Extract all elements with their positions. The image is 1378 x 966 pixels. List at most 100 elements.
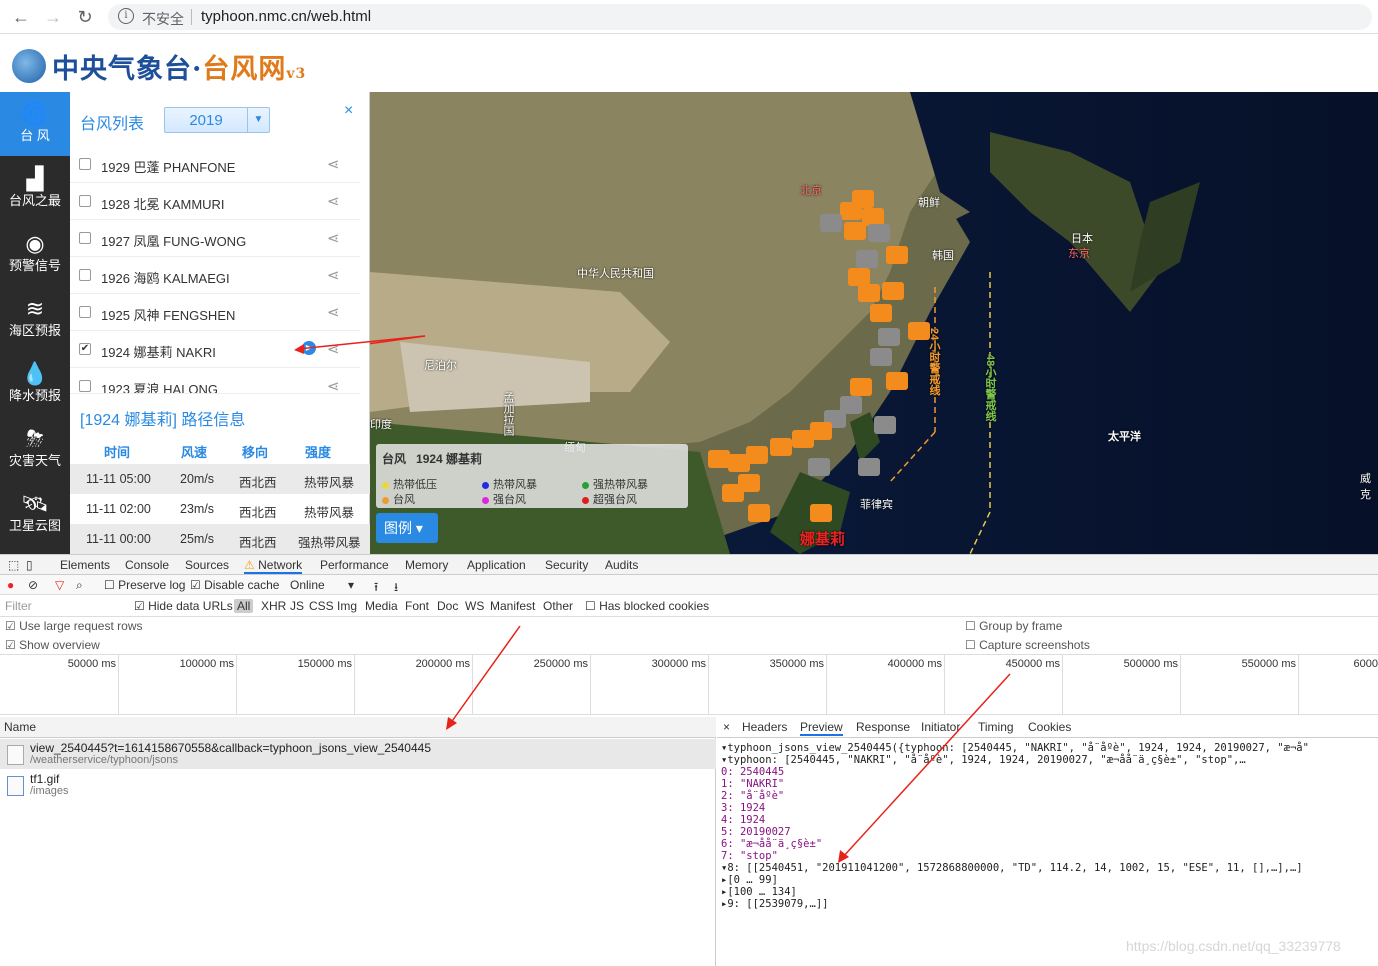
tab-audits[interactable]: Audits — [605, 558, 638, 572]
nav-warning[interactable]: ◉ 预警信号 — [0, 222, 70, 286]
network-timeline[interactable]: 50000 ms 100000 ms 150000 ms 200000 ms 2… — [0, 655, 1378, 715]
filter-img[interactable]: Img — [337, 599, 357, 613]
filter-doc[interactable]: Doc — [437, 599, 458, 613]
typhoon-label[interactable]: 1929 巴蓬 PHANFONE — [101, 157, 235, 176]
typhoon-row[interactable]: 1925 风神 FENGSHEN ⋖ — [70, 294, 360, 331]
throttle-select[interactable]: Online ▾ — [290, 578, 354, 592]
capture-screenshots-checkbox[interactable]: ☐ Capture screenshots — [965, 638, 1090, 652]
tab-application[interactable]: Application — [467, 558, 526, 572]
nav-label: 台 风 — [20, 128, 50, 143]
nav-rain[interactable]: 💧 降水预报 — [0, 352, 70, 416]
disable-cache-checkbox[interactable]: ☑ Disable cache — [190, 578, 279, 592]
tab-elements[interactable]: Elements — [60, 558, 110, 572]
filter-xhr[interactable]: XHR — [261, 599, 286, 613]
back-icon[interactable]: ← — [10, 6, 32, 28]
tab-performance[interactable]: Performance — [320, 558, 389, 572]
blocked-cookies-checkbox[interactable]: ☐ Has blocked cookies — [585, 599, 709, 613]
tab-sources[interactable]: Sources — [185, 558, 229, 572]
nav-disaster[interactable]: ⛈ 灾害天气 — [0, 417, 70, 481]
site-logo[interactable]: 中央气象台·台风网v3 — [52, 47, 306, 86]
filter-all[interactable]: All — [234, 599, 254, 613]
url-text[interactable]: typhoon.nmc.cn/web.html — [201, 8, 371, 25]
filter-font[interactable]: Font — [405, 599, 429, 613]
share-icon[interactable]: ⋖ — [327, 155, 340, 173]
share-icon[interactable]: ⋖ — [327, 266, 340, 284]
filter-js[interactable]: JS — [290, 599, 304, 613]
tab-cookies[interactable]: Cookies — [1028, 720, 1071, 734]
share-icon[interactable]: ⋖ — [327, 377, 340, 393]
route-row[interactable]: 11-11 05:00 20m/s 西北西 热带风暴 — [70, 464, 370, 494]
group-frame-checkbox[interactable]: ☐ Group by frame — [965, 619, 1062, 633]
route-cell: 23m/s — [180, 502, 215, 516]
json-line[interactable]: ▸[0 … 99] — [721, 874, 778, 886]
typhoon-row[interactable]: 1926 海鸥 KALMAEGI ⋖ — [70, 257, 360, 294]
typhoon-row[interactable]: 1928 北冕 KAMMURI ⋖ — [70, 183, 360, 220]
close-icon[interactable]: × — [723, 720, 730, 734]
clear-icon[interactable]: ⊘ — [28, 578, 38, 592]
inspect-icon[interactable]: ⬚ — [8, 558, 19, 572]
reload-icon[interactable]: ↻ — [74, 6, 96, 28]
site-header: 中央气象台·台风网v3 — [0, 35, 1378, 92]
address-bar[interactable]: i 不安全 typhoon.nmc.cn/web.html — [108, 4, 1372, 30]
filter-input[interactable]: Filter — [5, 599, 32, 613]
forward-icon[interactable]: → — [42, 6, 64, 28]
typhoon-row[interactable]: 1923 夏浪 HALONG ⋖ — [70, 368, 360, 394]
show-overview-checkbox[interactable]: ☑ Show overview — [5, 638, 100, 652]
typhoon-label[interactable]: 1928 北冕 KAMMURI — [101, 194, 225, 213]
typhoon-label[interactable]: 1925 风神 FENGSHEN — [101, 305, 235, 324]
typhoon-label[interactable]: 1924 娜基莉 NAKRI — [101, 342, 216, 361]
filter-manifest[interactable]: Manifest — [490, 599, 535, 613]
chevron-down-icon[interactable]: ▼ — [247, 108, 269, 132]
year-select[interactable]: 2019 ▼ — [164, 107, 270, 133]
checkbox[interactable] — [79, 269, 91, 281]
tab-security[interactable]: Security — [545, 558, 588, 572]
device-icon[interactable]: ▯ — [26, 558, 33, 572]
filter-ws[interactable]: WS — [465, 599, 484, 613]
filter-media[interactable]: Media — [365, 599, 398, 613]
request-row[interactable]: tf1.gif /images — [0, 770, 716, 800]
typhoon-label[interactable]: 1926 海鸥 KALMAEGI — [101, 268, 230, 287]
preserve-log-checkbox[interactable]: ☐ Preserve log — [104, 578, 185, 592]
tab-memory[interactable]: Memory — [405, 558, 448, 572]
request-path: /weatherservice/typhoon/jsons — [30, 754, 178, 766]
checkbox-checked[interactable]: ✔ — [79, 343, 91, 355]
search-icon[interactable]: ⌕ — [76, 578, 83, 593]
checkbox[interactable] — [79, 232, 91, 244]
nav-satellite[interactable]: 🛰 卫星云图 — [0, 482, 70, 546]
hide-data-urls-checkbox[interactable]: ☑ Hide data URLs — [134, 599, 233, 613]
typhoon-row[interactable]: 1927 凤凰 FUNG-WONG ⋖ — [70, 220, 360, 257]
typhoon-row[interactable]: 1929 巴蓬 PHANFONE ⋖ — [70, 146, 360, 183]
typhoon-label[interactable]: 1923 夏浪 HALONG — [101, 379, 218, 393]
share-icon[interactable]: ⋖ — [327, 229, 340, 247]
name-column-header[interactable]: Name — [0, 717, 716, 738]
filter-css[interactable]: CSS — [309, 599, 334, 613]
checkbox[interactable] — [79, 195, 91, 207]
checkbox[interactable] — [79, 158, 91, 170]
checkbox[interactable] — [79, 306, 91, 318]
filter-icon[interactable]: ▽ — [55, 578, 64, 592]
nav-typhoon[interactable]: 🌀 台 风 — [0, 92, 70, 156]
tab-console[interactable]: Console — [125, 558, 169, 572]
filter-other[interactable]: Other — [543, 599, 573, 613]
info-icon[interactable]: i — [118, 8, 134, 24]
record-icon[interactable]: ● — [7, 578, 14, 592]
route-row[interactable]: 11-11 00:00 25m/s 西北西 强热带风暴 — [70, 524, 370, 554]
checkbox[interactable] — [79, 380, 91, 392]
close-icon[interactable]: × — [344, 102, 353, 120]
large-rows-checkbox[interactable]: ☑ Use large request rows — [5, 619, 142, 633]
nav-sea[interactable]: ≋ 海区预报 — [0, 287, 70, 351]
json-line[interactable]: ▸[100 … 134] — [721, 886, 797, 898]
tab-headers[interactable]: Headers — [742, 720, 787, 734]
json-line[interactable]: ▸9: [[2539079,…]] — [721, 898, 828, 910]
weather-icon — [858, 458, 880, 476]
legend-button[interactable]: 图例 ▾ — [376, 513, 438, 543]
request-row[interactable]: view_2540445?t=1614158670558&callback=ty… — [0, 739, 716, 769]
typhoon-map[interactable]: 北京 朝鲜 韩国 日本 东京 中华人民共和国 尼泊尔 印度 孟加拉国 缅甸 菲律… — [370, 92, 1378, 554]
tab-network[interactable]: ⚠ Network — [244, 558, 303, 574]
route-row[interactable]: 11-11 02:00 23m/s 西北西 热带风暴 — [70, 494, 370, 524]
share-icon[interactable]: ⋖ — [327, 192, 340, 210]
annotation-arrow — [446, 625, 521, 730]
share-icon[interactable]: ⋖ — [327, 303, 340, 321]
typhoon-label[interactable]: 1927 凤凰 FUNG-WONG — [101, 231, 246, 250]
nav-records[interactable]: ▟ 台风之最 — [0, 157, 70, 221]
